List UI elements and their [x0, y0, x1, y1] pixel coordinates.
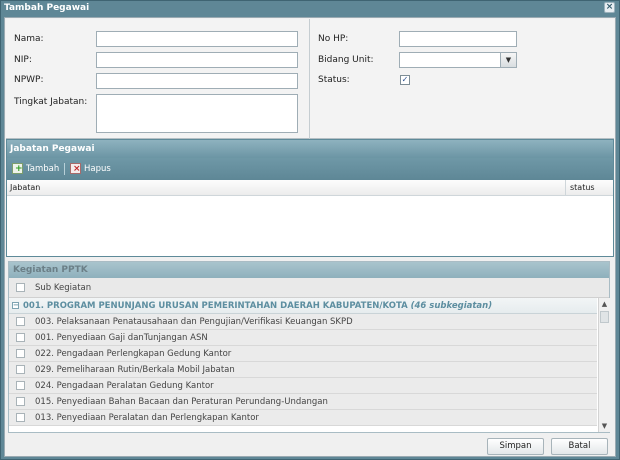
row-label: 015. Penyediaan Bahan Bacaan dan Peratur…: [35, 397, 328, 407]
kegiatan-panel-title: Kegiatan PPTK: [9, 262, 609, 278]
pegawai-form: Nama: NIP: NPWP: Tingkat Jabatan: No HP:…: [6, 19, 614, 139]
sub-kegiatan-header: Sub Kegiatan: [9, 278, 609, 298]
nama-label: Nama:: [14, 34, 44, 44]
row-checkbox[interactable]: [16, 317, 25, 326]
npwp-input[interactable]: [96, 73, 298, 89]
hapus-label: Hapus: [84, 164, 111, 174]
jabatan-panel-title: Jabatan Pegawai: [7, 140, 613, 158]
list-item[interactable]: 015. Penyediaan Bahan Bacaan dan Peratur…: [9, 394, 597, 410]
window-title: Tambah Pegawai: [4, 3, 90, 13]
row-label: 001. Penyediaan Gaji danTunjangan ASN: [35, 333, 208, 343]
group-header[interactable]: − 001. PROGRAM PENUNJANG URUSAN PEMERINT…: [9, 298, 597, 314]
scroll-down-icon[interactable]: ▼: [599, 420, 610, 432]
add-icon: [12, 162, 23, 176]
row-checkbox[interactable]: [16, 349, 25, 358]
tingkat-jabatan-textarea[interactable]: [96, 94, 298, 133]
row-checkbox[interactable]: [16, 381, 25, 390]
row-label: 029. Pemeliharaan Rutin/Berkala Mobil Ja…: [35, 365, 235, 375]
status-label: Status:: [318, 75, 350, 85]
nama-input[interactable]: [96, 31, 298, 47]
dialog-body: Nama: NIP: NPWP: Tingkat Jabatan: No HP:…: [4, 17, 616, 457]
window-titlebar[interactable]: Tambah Pegawai ×: [1, 1, 619, 16]
close-icon[interactable]: ×: [604, 2, 615, 13]
kegiatan-panel: Kegiatan PPTK Sub Kegiatan − 001. PROGRA…: [8, 261, 610, 433]
row-label: 013. Penyediaan Peralatan dan Perlengkap…: [35, 413, 259, 423]
status-checkbox[interactable]: ✓: [400, 75, 410, 85]
row-checkbox[interactable]: [16, 333, 25, 342]
list-item[interactable]: 024. Pengadaan Peralatan Gedung Kantor: [9, 378, 597, 394]
npwp-label: NPWP:: [14, 75, 44, 85]
jabatan-toolbar: Tambah Hapus: [7, 158, 613, 180]
nip-label: NIP:: [14, 55, 32, 65]
collapse-icon[interactable]: −: [12, 302, 19, 309]
list-item[interactable]: 001. Penyediaan Gaji danTunjangan ASN: [9, 330, 597, 346]
row-label: 022. Pengadaan Perlengkapan Gedung Kanto…: [35, 349, 232, 359]
scroll-up-icon[interactable]: ▲: [599, 298, 610, 310]
column-status[interactable]: status: [567, 180, 613, 196]
dialog-footer: Simpan Batal: [5, 436, 615, 458]
delete-icon: [70, 162, 81, 176]
list-item[interactable]: 013. Penyediaan Peralatan dan Perlengkap…: [9, 410, 597, 426]
group-title: 001. PROGRAM PENUNJANG URUSAN PEMERINTAH…: [23, 301, 408, 311]
tambah-button[interactable]: Tambah: [12, 162, 59, 176]
list-item[interactable]: 029. Pemeliharaan Rutin/Berkala Mobil Ja…: [9, 362, 597, 378]
nip-input[interactable]: [96, 52, 298, 68]
group-count: (46 subkegiatan): [410, 301, 493, 311]
toolbar-separator: [64, 163, 65, 175]
dialog-window: Tambah Pegawai × Nama: NIP: NPWP: Tingka…: [0, 0, 620, 460]
jabatan-panel: Jabatan Pegawai Tambah Hapus Jabatan sta…: [6, 139, 614, 257]
bidang-unit-label: Bidang Unit:: [318, 55, 374, 65]
row-label: 003. Pelaksanaan Penatausahaan dan Pengu…: [35, 317, 353, 327]
row-checkbox[interactable]: [16, 397, 25, 406]
sub-kegiatan-label: Sub Kegiatan: [35, 283, 92, 293]
tambah-label: Tambah: [26, 164, 60, 174]
jabatan-grid-header: Jabatan status: [7, 180, 613, 196]
kegiatan-scrollbar[interactable]: ▲ ▼: [598, 298, 610, 432]
batal-button[interactable]: Batal: [551, 438, 608, 455]
row-checkbox[interactable]: [16, 413, 25, 422]
row-checkbox[interactable]: [16, 365, 25, 374]
scroll-thumb[interactable]: [600, 311, 609, 323]
select-all-checkbox[interactable]: [16, 283, 25, 292]
hapus-button[interactable]: Hapus: [70, 162, 111, 176]
nohp-input[interactable]: [399, 31, 517, 47]
nohp-label: No HP:: [318, 34, 349, 44]
form-left-column: Nama: NIP: NPWP: Tingkat Jabatan:: [6, 19, 310, 139]
list-item[interactable]: 022. Pengadaan Perlengkapan Gedung Kanto…: [9, 346, 597, 362]
tingkat-jabatan-label: Tingkat Jabatan:: [14, 97, 88, 107]
row-label: 024. Pengadaan Peralatan Gedung Kantor: [35, 381, 214, 391]
chevron-down-icon[interactable]: ▼: [500, 53, 516, 67]
list-item[interactable]: 003. Pelaksanaan Penatausahaan dan Pengu…: [9, 314, 597, 330]
simpan-button[interactable]: Simpan: [487, 438, 544, 455]
column-jabatan[interactable]: Jabatan: [7, 180, 566, 196]
bidang-unit-select[interactable]: ▼: [399, 52, 517, 68]
